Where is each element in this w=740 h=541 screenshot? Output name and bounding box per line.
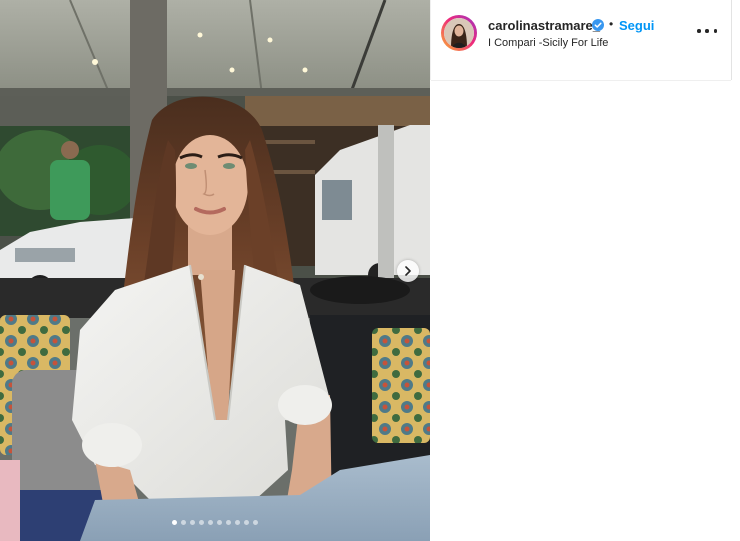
- post-photo[interactable]: [0, 0, 430, 541]
- profile-avatar[interactable]: [441, 15, 477, 51]
- carousel-dot: [217, 520, 222, 525]
- username-link[interactable]: carolinastramare_: [488, 18, 600, 33]
- instagram-post: carolinastramare_ • Segui I Compari -Sic…: [0, 0, 740, 541]
- carousel-dot: [190, 520, 195, 525]
- carousel-dot: [226, 520, 231, 525]
- carousel-dot: [181, 520, 186, 525]
- panel-edge: [731, 0, 732, 80]
- photo-illustration: [0, 0, 430, 541]
- carousel-dot: [208, 520, 213, 525]
- carousel-dot: [244, 520, 249, 525]
- carousel-dot: [199, 520, 204, 525]
- carousel-indicator: [0, 520, 430, 525]
- location-link[interactable]: I Compari -Sicily For Life: [488, 37, 608, 49]
- verified-badge-icon: [592, 19, 604, 31]
- more-options-button[interactable]: [697, 24, 717, 38]
- more-options-icon: [697, 29, 701, 33]
- carousel-dot: [253, 520, 258, 525]
- carousel-dot: [172, 520, 177, 525]
- separator-dot: •: [609, 17, 614, 31]
- chevron-right-icon: [405, 266, 411, 276]
- more-options-icon: [705, 29, 709, 33]
- avatar-image: [444, 18, 474, 48]
- carousel-dot: [235, 520, 240, 525]
- carousel-next-button[interactable]: [397, 260, 419, 282]
- follow-button[interactable]: Segui: [619, 18, 654, 33]
- more-options-icon: [713, 29, 717, 33]
